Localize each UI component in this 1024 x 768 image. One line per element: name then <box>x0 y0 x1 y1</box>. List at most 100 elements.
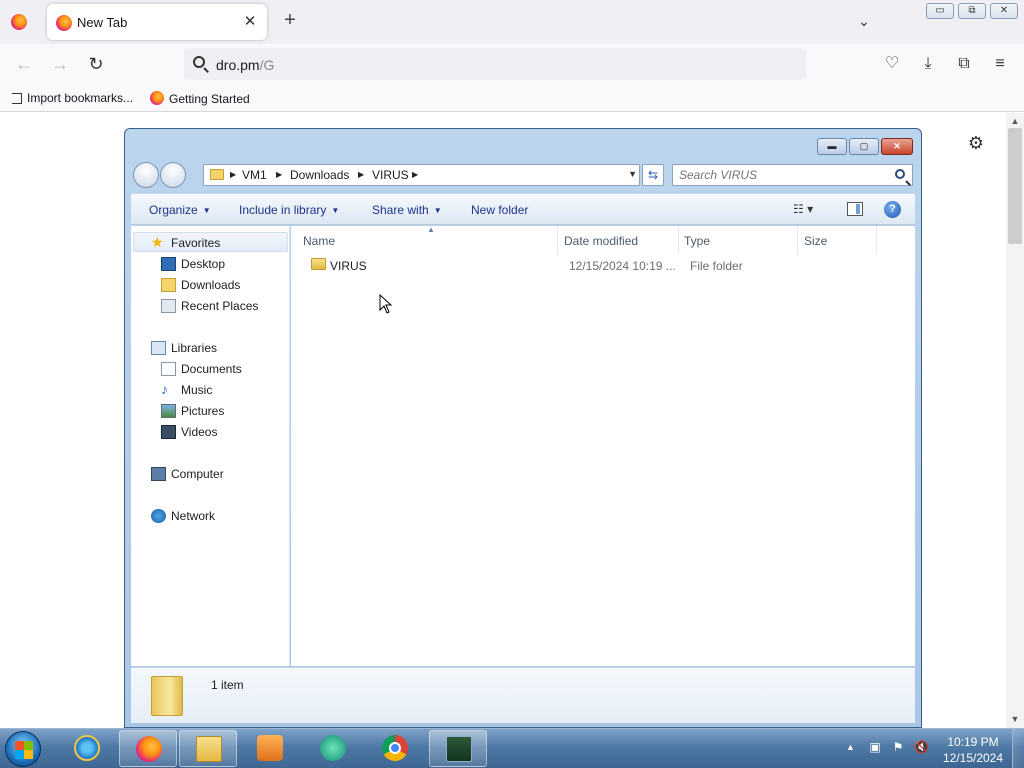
start-button[interactable] <box>5 731 41 767</box>
scroll-up-arrow-icon[interactable]: ▲ <box>1008 115 1022 127</box>
browser-minimize-button[interactable]: ▭ <box>926 3 954 19</box>
show-hidden-icons-arrow-icon[interactable]: ▲ <box>846 742 855 752</box>
column-divider[interactable] <box>557 226 558 254</box>
browser-restore-button[interactable]: ⧉ <box>958 3 986 19</box>
nav-pictures[interactable]: Pictures <box>161 404 224 418</box>
nav-computer[interactable]: Computer <box>151 467 224 481</box>
back-button[interactable]: ← <box>12 52 36 76</box>
taskbar-internet-explorer[interactable] <box>58 730 116 767</box>
nav-documents[interactable]: Documents <box>161 362 242 376</box>
taskbar-task-manager[interactable] <box>429 730 487 767</box>
tab-close-icon[interactable]: ✕ <box>241 13 259 31</box>
nav-music-label: Music <box>181 383 213 397</box>
breadcrumb-downloads[interactable]: Downloads <box>290 168 349 182</box>
column-header-date-modified[interactable]: Date modified <box>564 234 638 248</box>
libraries-icon <box>151 341 166 355</box>
bookmark-import[interactable]: Import bookmarks... <box>12 91 133 105</box>
command-bar: Organize ▼ Include in library ▼ Share with… <box>131 193 915 225</box>
preview-pane-icon[interactable] <box>847 202 863 216</box>
browser-close-button[interactable]: ✕ <box>990 3 1018 19</box>
file-row-virus[interactable]: VIRUS 12/15/2024 10:19 ... File folder <box>291 254 915 276</box>
taskbar-media-player[interactable] <box>241 730 299 767</box>
explorer-close-button[interactable]: ✕ <box>881 138 913 155</box>
column-header-name[interactable]: Name <box>303 234 335 248</box>
taskbar-chrome[interactable] <box>366 730 424 767</box>
explorer-back-button[interactable] <box>133 162 159 188</box>
organize-menu[interactable]: Organize ▼ <box>149 203 211 217</box>
bookmark-getting-started[interactable]: Getting Started <box>150 91 250 106</box>
bookmark-import-label: Import bookmarks... <box>27 91 134 105</box>
bookmarks-toolbar: Import bookmarks... Getting Started <box>0 84 1024 112</box>
breadcrumb-arrow-icon[interactable]: ▶ <box>276 170 282 179</box>
breadcrumb-arrow-icon[interactable]: ▶ <box>412 170 418 179</box>
details-pane: 1 item <box>131 667 915 723</box>
page-scrollbar-thumb[interactable] <box>1008 128 1022 244</box>
pocket-icon[interactable]: ♡ <box>882 54 902 74</box>
nav-recent-places-label: Recent Places <box>181 299 259 313</box>
column-divider[interactable] <box>678 226 679 254</box>
chevron-down-icon: ▼ <box>433 206 442 215</box>
nav-recent-places[interactable]: Recent Places <box>161 299 259 313</box>
nav-music[interactable]: ♪ Music <box>161 381 213 397</box>
nav-videos[interactable]: Videos <box>161 425 217 439</box>
tab-new-tab[interactable]: New Tab ✕ <box>47 4 267 40</box>
nav-libraries[interactable]: Libraries <box>151 341 217 355</box>
refresh-icon[interactable]: ⇆ <box>642 164 664 186</box>
browser-tab-strip: New Tab ✕ + ⌄ ▭ ⧉ ✕ <box>0 0 1024 44</box>
nav-downloads[interactable]: Downloads <box>161 278 241 292</box>
firefox-icon <box>136 736 162 762</box>
action-center-flag-icon[interactable]: ⚑ <box>891 740 905 754</box>
menu-icon[interactable]: ≡ <box>990 54 1010 74</box>
share-with-menu[interactable]: Share with ▼ <box>372 203 442 217</box>
clock-time[interactable]: 10:19 PM <box>938 735 1008 749</box>
column-divider[interactable] <box>797 226 798 254</box>
nav-favorites[interactable]: ★ Favorites <box>151 234 220 250</box>
folder-icon <box>311 258 326 270</box>
include-in-library-menu[interactable]: Include in library ▼ <box>239 203 339 217</box>
taskbar-firefox[interactable] <box>119 730 177 767</box>
taskbar-app[interactable] <box>304 730 362 767</box>
breadcrumb-vm1[interactable]: VM1 <box>242 168 267 182</box>
explorer-search-box[interactable] <box>672 164 913 186</box>
column-header-size[interactable]: Size <box>804 234 827 248</box>
scroll-down-arrow-icon[interactable]: ▼ <box>1008 713 1022 725</box>
address-bar[interactable]: ▶ VM1 ▶ Downloads ▶ VIRUS ▶ ▼ <box>203 164 640 186</box>
list-all-tabs-chevron-icon[interactable]: ⌄ <box>853 10 875 32</box>
nav-network[interactable]: Network <box>151 509 215 523</box>
forward-button[interactable]: → <box>48 52 72 76</box>
address-dropdown-icon[interactable]: ▼ <box>628 169 637 179</box>
search-icon[interactable] <box>895 169 905 179</box>
firefox-logo-icon <box>11 14 27 30</box>
volume-muted-icon[interactable]: 🔇 <box>914 740 929 754</box>
explorer-search-input[interactable] <box>679 167 879 183</box>
breadcrumb-arrow-icon[interactable]: ▶ <box>358 170 364 179</box>
reload-button[interactable]: ↻ <box>84 52 108 76</box>
new-tab-button[interactable]: + <box>279 9 301 31</box>
videos-icon <box>161 425 176 439</box>
explorer-minimize-button[interactable]: ▬ <box>817 138 847 155</box>
nav-desktop[interactable]: Desktop <box>161 257 225 271</box>
show-desktop-button[interactable] <box>1012 729 1024 768</box>
gear-icon[interactable]: ⚙ <box>966 133 986 153</box>
bookmark-getting-started-label: Getting Started <box>169 92 250 106</box>
change-view-icon[interactable]: ☷ ▾ <box>793 202 813 216</box>
breadcrumb-arrow-icon[interactable]: ▶ <box>230 170 236 179</box>
column-header-type[interactable]: Type <box>684 234 710 248</box>
column-divider[interactable] <box>876 226 877 254</box>
taskbar-file-explorer[interactable] <box>179 730 237 767</box>
download-icon[interactable]: ⤓ <box>918 54 938 74</box>
extensions-icon[interactable]: ⧉ <box>954 54 974 74</box>
chrome-icon <box>382 735 408 761</box>
help-icon[interactable]: ? <box>884 201 901 218</box>
url-text: dro.pm/G <box>216 57 274 73</box>
network-tray-icon[interactable]: ▣ <box>868 740 882 754</box>
explorer-maximize-button[interactable]: ▢ <box>849 138 879 155</box>
nav-downloads-label: Downloads <box>181 278 241 292</box>
clock-date[interactable]: 12/15/2024 <box>938 751 1008 765</box>
file-date: 12/15/2024 10:19 ... <box>569 259 676 273</box>
nav-documents-label: Documents <box>181 362 242 376</box>
url-bar[interactable]: dro.pm/G <box>184 48 806 80</box>
explorer-forward-button[interactable] <box>160 162 186 188</box>
breadcrumb-virus[interactable]: VIRUS <box>372 168 409 182</box>
new-folder-button[interactable]: New folder <box>471 203 528 217</box>
